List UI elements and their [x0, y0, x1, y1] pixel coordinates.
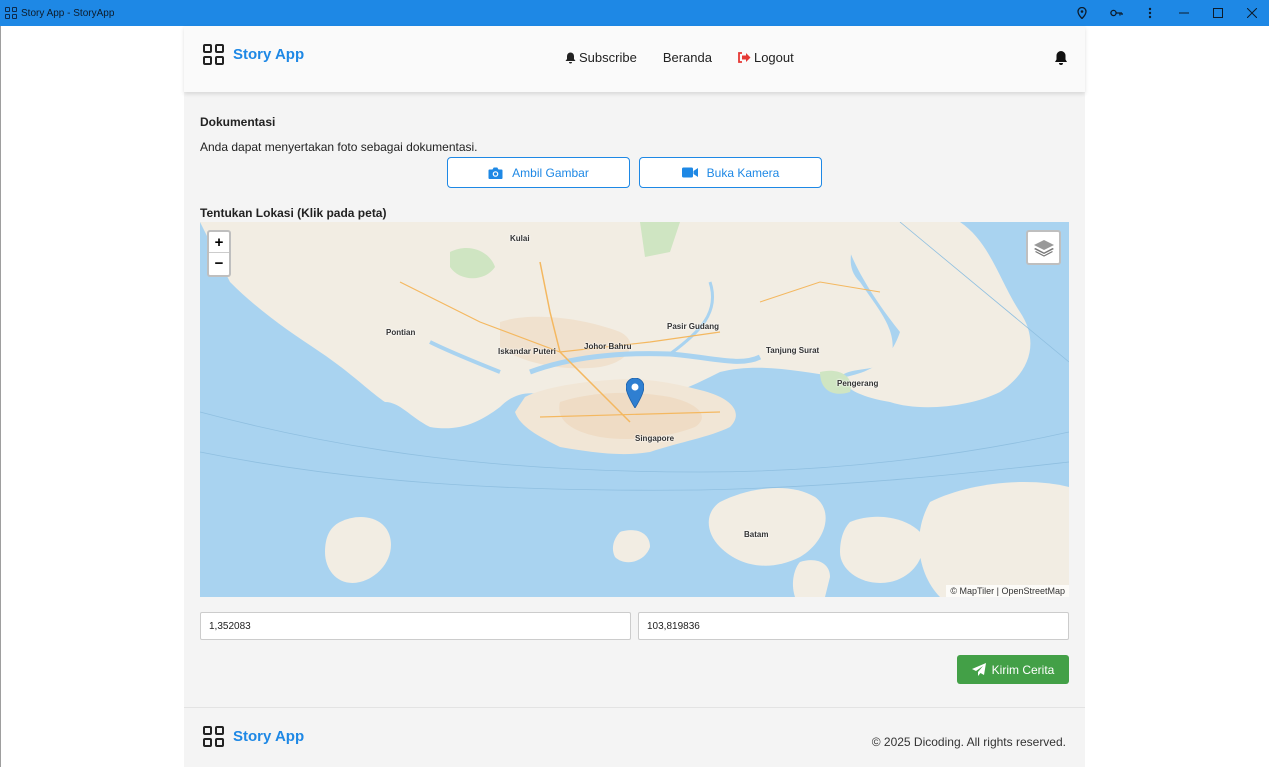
app-grid-icon	[203, 726, 224, 747]
app-footer: Story App © 2025 Dicoding. All rights re…	[184, 707, 1085, 767]
map-label-kulai: Kulai	[510, 234, 530, 243]
zoom-out-button[interactable]: −	[209, 253, 229, 274]
location-pin-icon[interactable]	[1065, 0, 1099, 26]
map-label-johor-bahru: Johor Bahru	[584, 342, 632, 351]
maximize-icon[interactable]	[1201, 0, 1235, 26]
map-label-pontian: Pontian	[386, 328, 416, 337]
bell-icon	[565, 52, 576, 63]
footer-brand-name: Story App	[233, 728, 305, 745]
close-icon[interactable]	[1235, 0, 1269, 26]
window-titlebar: Story App - StoryApp	[0, 0, 1269, 26]
paper-plane-icon	[971, 663, 986, 676]
nav-logout-label: Logout	[753, 50, 794, 65]
map-zoom-control: + −	[207, 230, 231, 277]
minimize-icon[interactable]	[1167, 0, 1201, 26]
nav-subscribe[interactable]: Subscribe	[565, 50, 637, 65]
camera-icon	[488, 167, 503, 179]
location-section-title: Tentukan Lokasi (Klik pada peta)	[200, 206, 387, 220]
app-grid-icon	[5, 7, 17, 19]
copyright-text: © 2025 Dicoding. All rights reserved.	[871, 735, 1066, 749]
take-picture-label: Ambil Gambar	[512, 165, 589, 180]
logout-icon	[738, 52, 751, 63]
nav-subscribe-label: Subscribe	[579, 50, 637, 65]
map-label-singapore: Singapore	[635, 434, 675, 443]
open-camera-label: Buka Kamera	[706, 165, 780, 180]
brand-name: Story App	[233, 46, 305, 63]
latitude-input[interactable]: 1,352083	[200, 612, 631, 640]
layers-icon[interactable]	[1026, 230, 1061, 265]
nav-home[interactable]: Beranda	[663, 50, 712, 65]
window-title: Story App - StoryApp	[21, 7, 115, 19]
map-label-tanjung-surat: Tanjung Surat	[766, 346, 820, 355]
map-label-pengerang: Pengerang	[837, 379, 879, 388]
app-header: Story App Subscribe Beranda Logout	[184, 26, 1085, 92]
main-nav: Subscribe Beranda Logout	[565, 50, 820, 65]
brand-link[interactable]: Story App	[203, 44, 304, 65]
submit-story-button[interactable]: Kirim Cerita	[957, 655, 1069, 684]
page-container: Story App Subscribe Beranda Logout Dokum…	[184, 26, 1085, 767]
nav-home-label: Beranda	[662, 50, 712, 65]
notification-bell-icon[interactable]	[1054, 50, 1068, 71]
window-border	[0, 26, 1, 767]
video-camera-icon	[681, 167, 698, 178]
map-label-iskandar-puteri: Iskandar Puteri	[498, 347, 556, 356]
map-label-batam: Batam	[744, 530, 769, 539]
map-attribution[interactable]: © MapTiler | OpenStreetMap	[946, 585, 1069, 597]
nav-logout[interactable]: Logout	[738, 50, 794, 65]
open-camera-button[interactable]: Buka Kamera	[639, 157, 822, 188]
map-marker-icon[interactable]	[625, 377, 645, 413]
location-map[interactable]: Kulai Pontian Johor Bahru Iskandar Puter…	[200, 222, 1069, 597]
zoom-in-button[interactable]: +	[209, 232, 229, 253]
doc-description: Anda dapat menyertakan foto sebagai doku…	[200, 140, 478, 154]
footer-brand[interactable]: Story App	[203, 726, 304, 747]
submit-story-label: Kirim Cerita	[991, 662, 1055, 677]
map-label-pasir-gudang: Pasir Gudang	[667, 322, 720, 331]
kebab-menu-icon[interactable]	[1133, 0, 1167, 26]
take-picture-button[interactable]: Ambil Gambar	[447, 157, 630, 188]
longitude-input[interactable]: 103,819836	[638, 612, 1069, 640]
app-grid-icon	[203, 44, 224, 65]
key-icon[interactable]	[1099, 0, 1133, 26]
doc-section-title: Dokumentasi	[200, 115, 276, 129]
